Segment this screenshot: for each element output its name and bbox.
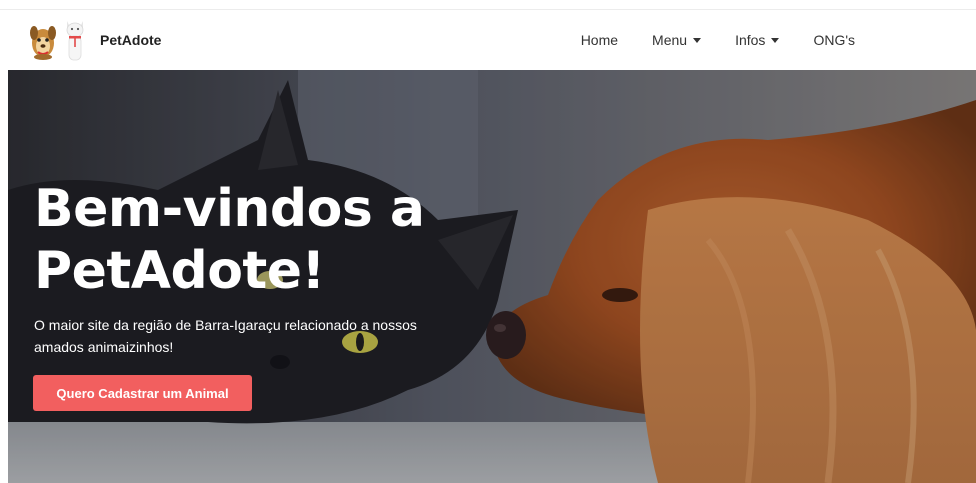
- main-nav: Home Menu Infos ONG's: [564, 10, 872, 70]
- navbar: PetAdote Home Menu Infos ONG's: [0, 10, 976, 70]
- brand[interactable]: PetAdote: [30, 16, 161, 64]
- brand-name: PetAdote: [100, 32, 162, 48]
- caret-down-icon: [693, 37, 702, 43]
- nav-item-home[interactable]: Home: [564, 32, 635, 48]
- hero-title: Bem-vindos a PetAdote!: [34, 179, 425, 301]
- nav-item-infos[interactable]: Infos: [718, 32, 796, 48]
- nav-item-label: ONG's: [813, 32, 855, 48]
- hero-banner: Bem-vindos a PetAdote! O maior site da r…: [8, 70, 976, 483]
- cat-figure-icon: [66, 21, 84, 61]
- nav-item-label: Infos: [735, 32, 766, 48]
- register-animal-button[interactable]: Quero Cadastrar um Animal: [33, 375, 252, 411]
- caret-down-icon: [771, 37, 780, 43]
- nav-item-label: Home: [580, 32, 619, 48]
- hero-subtitle: O maior site da região de Barra-Igaraçu …: [34, 317, 417, 355]
- nav-item-label: Menu: [652, 32, 688, 48]
- nav-item-menu[interactable]: Menu: [635, 32, 718, 48]
- nav-item-ongs[interactable]: ONG's: [796, 32, 872, 48]
- dog-face-icon: [30, 26, 56, 60]
